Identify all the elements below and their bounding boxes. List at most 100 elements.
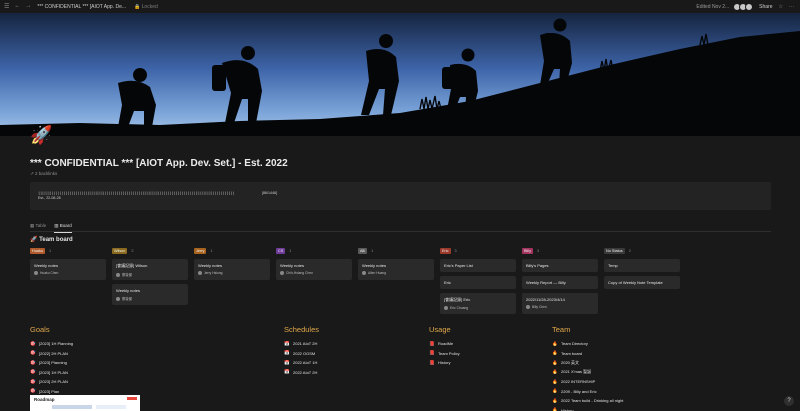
share-button[interactable]: Share (759, 4, 772, 10)
team-board-icon: 🚀 (30, 237, 38, 243)
schedules-link[interactable]: 📅 2022 AIoT 1H (284, 358, 319, 368)
team-link[interactable]: 🔥 Team board (552, 349, 623, 359)
avatar (198, 271, 202, 275)
page-icon: 🔥 (552, 359, 558, 365)
column-count: 2 (131, 249, 134, 253)
board-column: Wilson 2 [會議記錄] Wilson 蔡竣傑 Weekly notes 蔡竣傑 (112, 247, 188, 305)
schedules-link[interactable]: 📅 2022 OGSM (284, 349, 319, 359)
card-title: Eric's Paper List (444, 263, 473, 268)
page-icon: 🎯 (30, 369, 36, 375)
sidebar-toggle-icon[interactable]: ☰ (4, 3, 9, 10)
page-icon: 📅 (284, 359, 290, 365)
goals-link[interactable]: 🎯 [2022] 2H PLAN (30, 349, 73, 359)
board-card[interactable]: Weekly notes Jerry Hsiung (194, 259, 270, 280)
board-card[interactable]: Eric's Paper List (440, 259, 516, 272)
column-header[interactable]: Wilson 2 (112, 247, 188, 255)
board-card[interactable]: Weekly notes 蔡竣傑 (112, 284, 188, 305)
backlinks-link[interactable]: ↗ 2 backlinks (30, 171, 57, 177)
link-label: [2023] Planning (39, 360, 67, 366)
section-title-goals: Goals (30, 325, 50, 334)
back-arrow-icon[interactable]: ← (14, 3, 20, 10)
goals-link[interactable]: 🎯 [2023] 1H Planning (30, 339, 73, 349)
usage-link[interactable]: 📕 History (429, 358, 460, 368)
page-icon: 🔥 (552, 340, 558, 346)
team-link[interactable]: 🔥 2021 X'mas 聖誕 (552, 368, 623, 378)
progress-count: [86/1446] (262, 191, 277, 195)
team-link[interactable]: 🔥 Team Directory (552, 339, 623, 349)
tab-table-label: Table (35, 223, 47, 228)
section-title-usage: Usage (429, 325, 451, 334)
board-card[interactable]: Weekly notes Huaku Chen (30, 259, 106, 280)
avatar (116, 296, 120, 301)
goals-link[interactable]: 🎯 [2023] Planning (30, 358, 73, 368)
column-header[interactable]: CS 1 (276, 247, 352, 255)
usage-link[interactable]: 📕 Team Policy (429, 349, 460, 359)
more-options-icon[interactable]: ··· (789, 4, 794, 10)
card-title: Eric (444, 280, 451, 285)
column-header[interactable]: Alli 1 (358, 247, 434, 255)
goals-link[interactable]: 🎯 [2023] 1H PLAN (30, 368, 73, 378)
schedules-list: 📅 2021 AIoT 2H 📅 2022 OGSM 📅 2022 AIoT 1H 📅 202… (284, 339, 319, 377)
backlinks-label: 2 backlinks (35, 171, 58, 176)
page-icon: 🎯 (30, 378, 36, 384)
card-assignee: 蔡竣傑 (116, 272, 184, 277)
card-title: Temp (608, 263, 618, 268)
link-label: Team Directory (561, 341, 588, 347)
goals-link[interactable]: 🎯 [2023] 2H PLAN (30, 377, 73, 387)
column-count: 1 (289, 249, 292, 253)
goals-list: 🎯 [2023] 1H Planning 🎯 [2022] 2H PLAN 🎯 [2023… (30, 339, 73, 396)
board-card[interactable]: Copy of Weekly Note Template (604, 276, 680, 289)
section-title-team: Team (552, 325, 571, 334)
assignee-name: 蔡竣傑 (122, 273, 132, 277)
star-icon[interactable]: ☆ (779, 4, 783, 10)
board-column: Alli 1 Weekly notes Allen Huang (358, 247, 434, 280)
board-card[interactable]: Eric (440, 276, 516, 289)
board-card[interactable]: 2022/11/28-2023/4/14 Billy Chen (522, 293, 598, 314)
assignee-name: Eric Chuang (450, 306, 469, 310)
divider (30, 231, 771, 232)
team-link[interactable]: 🔥 2022 Team build - Drinking all night (552, 396, 623, 406)
team-link[interactable]: 🔥 History (552, 406, 623, 411)
team-link[interactable]: 🔥 2022 INTERNSHIP (552, 377, 623, 387)
forward-arrow-icon[interactable]: → (25, 3, 31, 10)
column-count: 3 (454, 249, 457, 253)
help-button[interactable]: ? (784, 396, 794, 406)
board-card[interactable]: Billy's Pages (522, 259, 598, 272)
collaborator-avatars[interactable] (733, 2, 754, 11)
page-title[interactable]: *** CONFIDENTIAL *** [AIOT App. Dev. Set… (30, 158, 288, 169)
topbar-right: Edited Nov 2... Share ☆ ··· (696, 0, 794, 13)
locked-indicator[interactable]: 🔒 Locked (134, 4, 158, 10)
breadcrumb[interactable]: *** CONFIDENTIAL *** [AIOT App. De... (37, 4, 126, 10)
team-section: Team 🔥 Team Directory 🔥 Team board 🔥 2020 英文 🔥… (552, 325, 623, 411)
board-card[interactable]: [會議記錄] Eric Eric Chuang (440, 293, 516, 314)
usage-link[interactable]: 📕 RoadMe (429, 339, 460, 349)
established-date: Est., 22-08-28 (38, 196, 61, 200)
board-card[interactable]: Temp (604, 259, 680, 272)
link-label: 2022 AIoT 2H (293, 369, 318, 375)
board-title[interactable]: 🚀 Team board (30, 236, 73, 243)
page-icon: 📅 (284, 350, 290, 356)
schedules-link[interactable]: 📅 2022 AIoT 2H (284, 368, 319, 378)
usage-list: 📕 RoadMe 📕 Team Policy 📕 History (429, 339, 460, 368)
team-link[interactable]: 🔥 2209 - Billy and Eric (552, 387, 623, 397)
team-link[interactable]: 🔥 2020 英文 (552, 358, 623, 368)
column-header[interactable]: Huaku 1 (30, 247, 106, 255)
card-title: Weekly notes (116, 288, 140, 293)
board-card[interactable]: Weekly notes Chih-Hsiang Chen (276, 259, 352, 280)
column-header[interactable]: Eric 3 (440, 247, 516, 255)
column-header[interactable]: Jerry 1 (194, 247, 270, 255)
board-card[interactable]: Weekly Report — Billy (522, 276, 598, 289)
goals-section: Goals 🎯 [2023] 1H Planning 🎯 [2022] 2H PLAN… (30, 325, 73, 396)
column-header[interactable]: Billy 3 (522, 247, 598, 255)
board-column: Billy 3 Billy's Pages Weekly Report — Billy… (522, 247, 598, 314)
board-card[interactable]: Weekly notes Allen Huang (358, 259, 434, 280)
nav-controls: ☰ ← → (0, 3, 31, 10)
rocket-icon[interactable]: 🚀 (30, 124, 52, 146)
page-icon: 📅 (284, 369, 290, 375)
roadmap-thumbnail[interactable]: Roadmap (30, 395, 140, 411)
board-card[interactable]: [會議記錄] Wilson 蔡竣傑 (112, 259, 188, 280)
link-label: 2020 英文 (561, 359, 580, 365)
schedules-link[interactable]: 📅 2021 AIoT 2H (284, 339, 319, 349)
card-title: Billy's Pages (526, 263, 549, 268)
column-header[interactable]: No Status 2 (604, 247, 680, 255)
